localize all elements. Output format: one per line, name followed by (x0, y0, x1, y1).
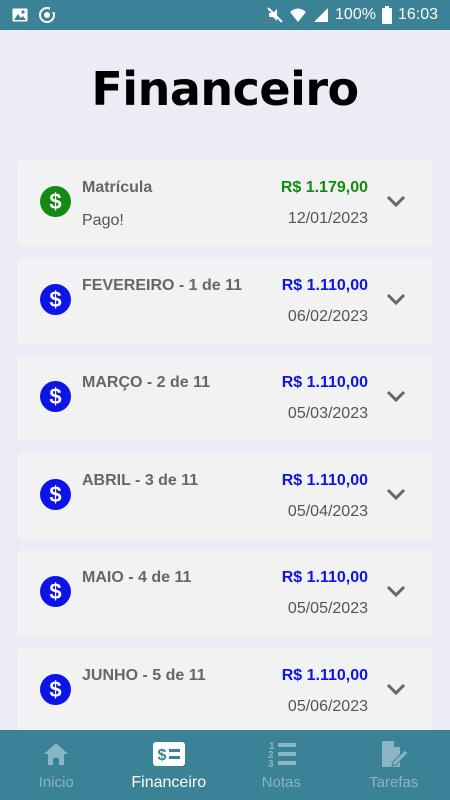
dollar-icon: $ (40, 284, 71, 315)
chevron-down-icon[interactable] (386, 682, 406, 696)
nav-label: Notas (261, 774, 301, 791)
payment-name: MAIO - 4 de 11 (82, 569, 192, 586)
payment-name: FEVEREIRO - 1 de 11 (82, 277, 243, 294)
mute-icon (267, 7, 283, 23)
wifi-icon (290, 8, 307, 22)
page-title: Financeiro (91, 62, 359, 116)
payment-amount: R$ 1.179,00 (280, 179, 368, 196)
payment-amount: R$ 1.110,00 (281, 472, 368, 489)
status-bar: 100% 16:03 (0, 0, 450, 30)
battery-icon (381, 6, 392, 24)
status-bar-notifications (12, 6, 56, 24)
nav-item-tarefas[interactable]: Tarefas (338, 730, 450, 800)
payment-amount: R$ 1.110,00 (281, 569, 368, 586)
nav-item-financeiro[interactable]: $ Financeiro (113, 730, 226, 800)
chevron-down-icon[interactable] (386, 487, 406, 501)
svg-text:3: 3 (268, 759, 274, 768)
chevron-down-icon[interactable] (386, 292, 406, 306)
nav-label: Financeiro (131, 774, 207, 791)
payment-date: 05/06/2023 (287, 698, 368, 715)
dollar-icon: $ (40, 674, 71, 705)
payment-date: 06/02/2023 (287, 308, 368, 325)
nav-item-notas[interactable]: 1 2 3 Notas (225, 730, 338, 800)
signal-icon (314, 8, 329, 22)
dollar-icon: $ (40, 576, 71, 607)
payment-card[interactable]: $ JUNHO - 5 de 11 R$ 1.110,00 05/06/2023 (18, 648, 432, 734)
chevron-down-icon[interactable] (386, 194, 406, 208)
numbered-list-icon: 1 2 3 (265, 740, 297, 768)
money-bill-icon: $ (152, 740, 185, 768)
chevron-down-icon[interactable] (386, 584, 406, 598)
dollar-icon: $ (40, 479, 71, 510)
payment-amount: R$ 1.110,00 (281, 277, 368, 294)
payment-date: 12/01/2023 (287, 210, 368, 227)
payment-date: 05/04/2023 (287, 503, 368, 520)
payment-name: Matrícula (82, 179, 153, 196)
battery-percent: 100% (335, 6, 376, 23)
payment-name: ABRIL - 3 de 11 (82, 472, 199, 489)
dollar-icon: $ (40, 186, 71, 217)
payment-date: 05/03/2023 (287, 405, 368, 422)
image-icon (12, 8, 28, 22)
payment-name: JUNHO - 5 de 11 (82, 667, 206, 684)
payment-date: 05/05/2023 (287, 600, 368, 617)
nav-item-inicio[interactable]: Inicio (0, 730, 113, 800)
clock: 16:03 (397, 6, 438, 23)
sync-icon (39, 7, 55, 23)
payment-card[interactable]: $ ABRIL - 3 de 11 R$ 1.110,00 05/04/2023 (18, 453, 432, 539)
payment-card[interactable]: $ MAIO - 4 de 11 R$ 1.110,00 05/05/2023 (18, 550, 432, 636)
payment-amount: R$ 1.110,00 (281, 374, 368, 391)
dollar-icon: $ (40, 381, 71, 412)
payment-amount: R$ 1.110,00 (281, 667, 368, 684)
payment-status: Pago! (82, 212, 124, 229)
bottom-nav: Inicio $ Financeiro 1 2 3 Notas Tarefas (0, 730, 450, 800)
nav-label: Inicio (38, 774, 74, 791)
payment-name: MARÇO - 2 de 11 (82, 374, 211, 391)
status-bar-system: 100% 16:03 (267, 6, 438, 24)
nav-label: Tarefas (369, 774, 419, 791)
svg-text:$: $ (157, 747, 166, 764)
home-icon (43, 740, 69, 768)
file-edit-icon (379, 740, 409, 768)
payment-card[interactable]: $ Matrícula Pago! R$ 1.179,00 12/01/2023 (18, 160, 432, 246)
payment-card[interactable]: $ FEVEREIRO - 1 de 11 R$ 1.110,00 06/02/… (18, 258, 432, 344)
chevron-down-icon[interactable] (386, 389, 406, 403)
payment-card[interactable]: $ MARÇO - 2 de 11 R$ 1.110,00 05/03/2023 (18, 355, 432, 441)
